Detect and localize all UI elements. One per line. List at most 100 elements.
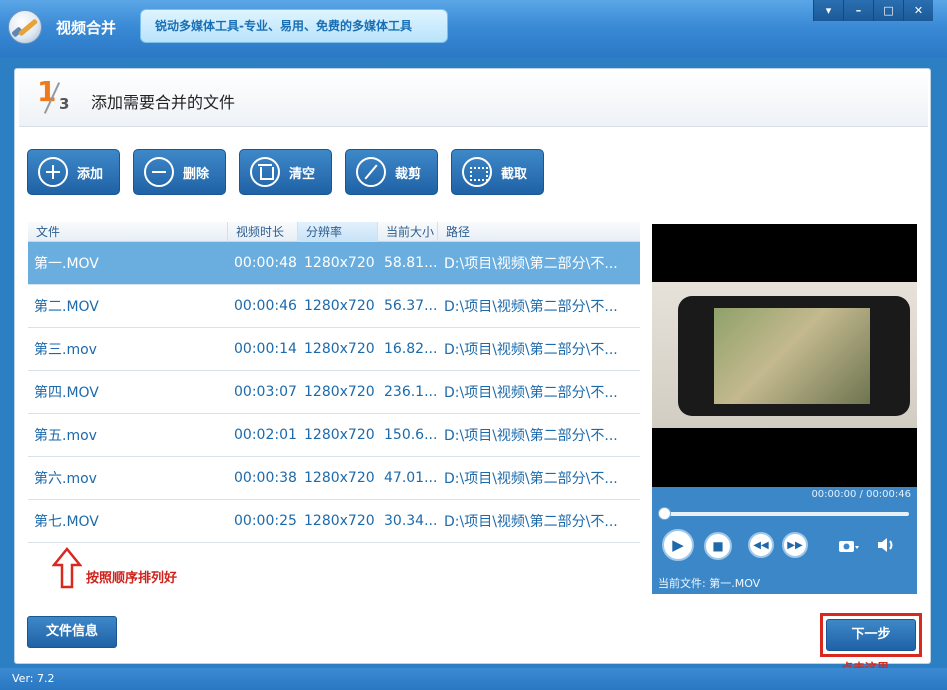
plus-icon: [38, 157, 68, 187]
cell-duration: 00:00:25: [234, 513, 297, 529]
table-row[interactable]: 第四.MOV 00:03:07 1280x720 236.1... D:\项目\…: [28, 371, 640, 414]
cell-path: D:\项目\视频\第二部分\不...: [444, 256, 618, 272]
step-total-number: 3: [59, 95, 70, 113]
cell-path: D:\项目\视频\第二部分\不...: [444, 299, 618, 315]
current-file-label: 当前文件: 第一.MOV: [658, 577, 761, 590]
video-preview-panel: 00:00:00 / 00:00:46 ▶ ■ ◀◀ ▶▶ 当前文件: 第一.M…: [652, 224, 917, 594]
status-bar: Ver: 7.2: [0, 668, 947, 690]
cell-duration: 00:02:01: [234, 427, 297, 443]
cell-path: D:\项目\视频\第二部分\不...: [444, 514, 618, 530]
cell-path: D:\项目\视频\第二部分\不...: [444, 428, 618, 444]
table-body: 第一.MOV 00:00:48 1280x720 58.81... D:\项目\…: [28, 242, 640, 543]
table-row[interactable]: 第五.mov 00:02:01 1280x720 150.6... D:\项目\…: [28, 414, 640, 457]
crop-button-label: 截取: [501, 166, 528, 182]
cell-path: D:\项目\视频\第二部分\不...: [444, 471, 618, 487]
time-readout: 00:00:00 / 00:00:46: [811, 489, 911, 500]
cell-file: 第五.mov: [34, 428, 97, 444]
stop-button[interactable]: ■: [704, 532, 732, 560]
column-header-duration[interactable]: 视频时长: [228, 221, 298, 242]
trim-button-label: 裁剪: [395, 166, 422, 182]
table-row[interactable]: 第三.mov 00:00:14 1280x720 16.82... D:\项目\…: [28, 328, 640, 371]
delete-button-label: 删除: [183, 166, 210, 182]
rewind-button[interactable]: ◀◀: [748, 532, 774, 558]
slogan-banner[interactable]: 锐动多媒体工具-专业、易用、免费的多媒体工具: [140, 9, 448, 43]
file-table: 文件 视频时长 分辨率 当前大小 路径 第一.MOV 00:00:48 1280…: [28, 221, 640, 543]
table-row[interactable]: 第七.MOV 00:00:25 1280x720 30.34... D:\项目\…: [28, 500, 640, 543]
column-header-file[interactable]: 文件: [28, 221, 228, 242]
cell-file: 第六.mov: [34, 471, 97, 487]
cell-file: 第二.MOV: [34, 299, 99, 315]
crop-button[interactable]: 截取: [451, 149, 544, 195]
toolbar: 添加 删除 清空 裁剪 截取: [27, 149, 544, 195]
file-info-button[interactable]: 文件信息: [27, 616, 117, 648]
cell-file: 第四.MOV: [34, 385, 99, 401]
minus-icon: [144, 157, 174, 187]
cell-size: 16.82...: [384, 341, 438, 357]
cell-duration: 00:03:07: [234, 384, 297, 400]
cell-file: 第七.MOV: [34, 514, 99, 530]
clear-button-label: 清空: [289, 166, 316, 182]
app-logo-icon: [8, 10, 42, 44]
stop-icon: ■: [712, 539, 724, 553]
next-button[interactable]: 下一步: [826, 619, 916, 651]
trash-icon: [250, 157, 280, 187]
column-header-size[interactable]: 当前大小: [378, 221, 438, 242]
cell-file: 第三.mov: [34, 342, 97, 358]
clear-button[interactable]: 清空: [239, 149, 332, 195]
column-header-resolution[interactable]: 分辨率: [298, 221, 378, 242]
cell-resolution: 1280x720: [304, 255, 375, 271]
close-icon[interactable]: ✕: [903, 0, 933, 21]
next-button-highlight: 下一步: [820, 613, 922, 657]
crop-icon: [462, 157, 492, 187]
column-header-path[interactable]: 路径: [438, 222, 640, 242]
table-row[interactable]: 第一.MOV 00:00:48 1280x720 58.81... D:\项目\…: [28, 242, 640, 285]
trim-button[interactable]: 裁剪: [345, 149, 438, 195]
cell-resolution: 1280x720: [304, 427, 375, 443]
table-header: 文件 视频时长 分辨率 当前大小 路径: [28, 221, 640, 242]
cell-file: 第一.MOV: [34, 256, 99, 272]
window-controls: ▾ – □ ✕: [813, 0, 933, 21]
cell-path: D:\项目\视频\第二部分\不...: [444, 342, 618, 358]
up-arrow-icon: [52, 547, 82, 589]
seek-knob[interactable]: [658, 507, 671, 520]
cell-resolution: 1280x720: [304, 298, 375, 314]
order-annotation-text: 按照顺序排列好: [86, 571, 178, 586]
rewind-icon: ◀◀: [753, 539, 769, 551]
phone-image: [678, 296, 910, 416]
fast-forward-icon: ▶▶: [787, 539, 803, 551]
cell-size: 236.1...: [384, 384, 438, 400]
trim-icon: [356, 157, 386, 187]
maximize-icon[interactable]: □: [873, 0, 903, 21]
cell-size: 30.34...: [384, 513, 438, 529]
seek-bar[interactable]: [658, 507, 909, 520]
cell-size: 58.81...: [384, 255, 438, 271]
camera-snapshot-icon[interactable]: [838, 538, 860, 554]
volume-icon[interactable]: [876, 535, 898, 555]
add-button[interactable]: 添加: [27, 149, 120, 195]
cell-resolution: 1280x720: [304, 513, 375, 529]
play-icon: ▶: [672, 536, 684, 554]
title-bar: 视频合并 锐动多媒体工具-专业、易用、免费的多媒体工具 ▾ – □ ✕: [0, 0, 947, 58]
video-screen[interactable]: [652, 224, 917, 487]
cell-path: D:\项目\视频\第二部分\不...: [444, 385, 618, 401]
cell-duration: 00:00:48: [234, 255, 297, 271]
minimize-icon[interactable]: –: [843, 0, 873, 21]
play-button[interactable]: ▶: [662, 529, 694, 561]
cell-resolution: 1280x720: [304, 341, 375, 357]
app-title: 视频合并: [56, 19, 117, 37]
cell-resolution: 1280x720: [304, 384, 375, 400]
video-frame-thumbnail: [652, 282, 917, 428]
cell-size: 56.37...: [384, 298, 438, 314]
step-title: 添加需要合并的文件: [91, 93, 236, 112]
cell-size: 150.6...: [384, 427, 438, 443]
table-row[interactable]: 第二.MOV 00:00:46 1280x720 56.37... D:\项目\…: [28, 285, 640, 328]
delete-button[interactable]: 删除: [133, 149, 226, 195]
cell-duration: 00:00:46: [234, 298, 297, 314]
fast-forward-button[interactable]: ▶▶: [782, 532, 808, 558]
main-panel: 1 3 添加需要合并的文件 添加 删除 清空 裁剪 截取 文件 视频时长 分辨率…: [14, 68, 931, 675]
cell-duration: 00:00:38: [234, 470, 297, 486]
cell-size: 47.01...: [384, 470, 438, 486]
step-header: 1 3 添加需要合并的文件: [19, 71, 928, 127]
table-row[interactable]: 第六.mov 00:00:38 1280x720 47.01... D:\项目\…: [28, 457, 640, 500]
menu-dropdown-icon[interactable]: ▾: [813, 0, 843, 21]
